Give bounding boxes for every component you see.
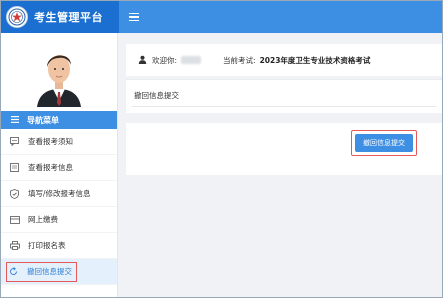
welcome-bar: 欢迎你: 当前考试: 2023年度卫生专业技术资格考试 <box>126 44 442 76</box>
sidebar-item-withdraw-submission[interactable]: 撤回信息提交 <box>1 259 117 285</box>
sidebar-item-print-form[interactable]: 打印报名表 <box>1 233 117 259</box>
sidebar-item-label: 打印报名表 <box>28 241 66 250</box>
withdraw-submit-button[interactable]: 撤回信息提交 <box>355 134 413 152</box>
sidebar-item-payment[interactable]: 网上缴费 <box>1 207 117 233</box>
brand: 考生管理平台 <box>1 1 119 33</box>
main-content: 欢迎你: 当前考试: 2023年度卫生专业技术资格考试 撤回信息提交 撤回信息提… <box>118 33 442 297</box>
active-item-highlight: 撤回信息提交 <box>6 261 77 282</box>
content-card: 撤回信息提交 <box>126 79 442 113</box>
top-bar: 考生管理平台 <box>1 1 442 33</box>
redacted-username <box>181 56 202 64</box>
logo-icon <box>6 6 28 28</box>
current-exam-name: 2023年度卫生专业技术资格考试 <box>259 55 371 65</box>
divider <box>132 106 436 107</box>
sidebar-item-label: 查看报考信息 <box>28 163 73 172</box>
nav-menu-header: 导航菜单 <box>1 111 117 129</box>
printer-icon <box>10 241 20 250</box>
avatar <box>31 43 87 107</box>
sidebar-item-label: 查看报考须知 <box>28 137 73 146</box>
sidebar-item-edit-info[interactable]: 填写/修改报考信息 <box>1 181 117 207</box>
message-icon <box>10 137 20 146</box>
action-panel: 撤回信息提交 <box>126 123 442 175</box>
sidebar-item-label: 填写/修改报考信息 <box>28 189 91 198</box>
document-icon <box>10 163 20 172</box>
payment-icon <box>10 215 20 224</box>
welcome-label: 欢迎你: <box>152 55 178 65</box>
button-highlight: 撤回信息提交 <box>351 130 417 156</box>
shield-check-icon <box>10 188 20 199</box>
nav-menu-title: 导航菜单 <box>27 115 59 125</box>
current-exam-label: 当前考试: <box>223 55 256 65</box>
avatar-container <box>1 33 117 111</box>
list-icon <box>11 115 19 125</box>
undo-icon <box>9 267 19 276</box>
sidebar-item-exam-info[interactable]: 查看报考信息 <box>1 155 117 181</box>
menu-toggle-icon[interactable] <box>129 10 143 24</box>
sidebar: 导航菜单 查看报考须知 查看报考信息 填写/修改报考信息 网上缴费 打印报名表 <box>1 33 118 297</box>
card-title: 撤回信息提交 <box>134 91 179 100</box>
sidebar-item-exam-notice[interactable]: 查看报考须知 <box>1 129 117 155</box>
sidebar-item-label: 网上缴费 <box>28 215 58 224</box>
user-icon <box>138 55 147 66</box>
app-title: 考生管理平台 <box>34 11 103 24</box>
sidebar-item-label: 撤回信息提交 <box>27 267 72 276</box>
